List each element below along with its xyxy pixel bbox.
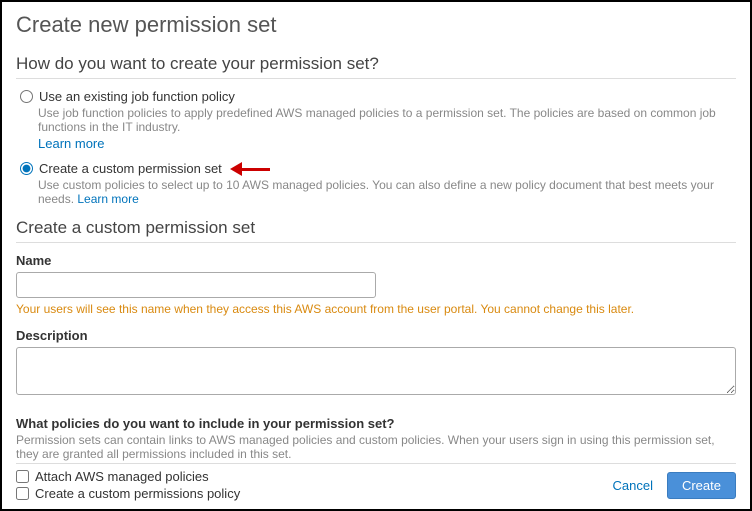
create-button[interactable]: Create (667, 472, 736, 499)
create-method-question: How do you want to create your permissio… (16, 54, 736, 79)
radio-custom-permission[interactable] (20, 162, 33, 175)
name-hint: Your users will see this name when they … (16, 302, 736, 316)
learn-more-existing[interactable]: Learn more (38, 136, 104, 151)
footer: Cancel Create (16, 463, 736, 499)
policies-question: What policies do you want to include in … (16, 416, 736, 431)
custom-permission-heading: Create a custom permission set (16, 218, 736, 243)
policies-hint: Permission sets can contain links to AWS… (16, 433, 736, 461)
radio-existing-desc: Use job function policies to apply prede… (38, 106, 736, 134)
page-title: Create new permission set (16, 12, 736, 38)
radio-existing-policy[interactable] (20, 90, 33, 103)
name-input[interactable] (16, 272, 376, 298)
learn-more-custom[interactable]: Learn more (77, 192, 138, 206)
radio-custom-desc: Use custom policies to select up to 10 A… (38, 178, 736, 206)
cancel-button[interactable]: Cancel (613, 478, 653, 493)
callout-arrow-icon (230, 164, 270, 174)
description-label: Description (16, 328, 736, 343)
name-label: Name (16, 253, 736, 268)
radio-custom-label: Create a custom permission set (39, 161, 222, 176)
description-input[interactable] (16, 347, 736, 395)
radio-existing-label: Use an existing job function policy (39, 89, 235, 104)
